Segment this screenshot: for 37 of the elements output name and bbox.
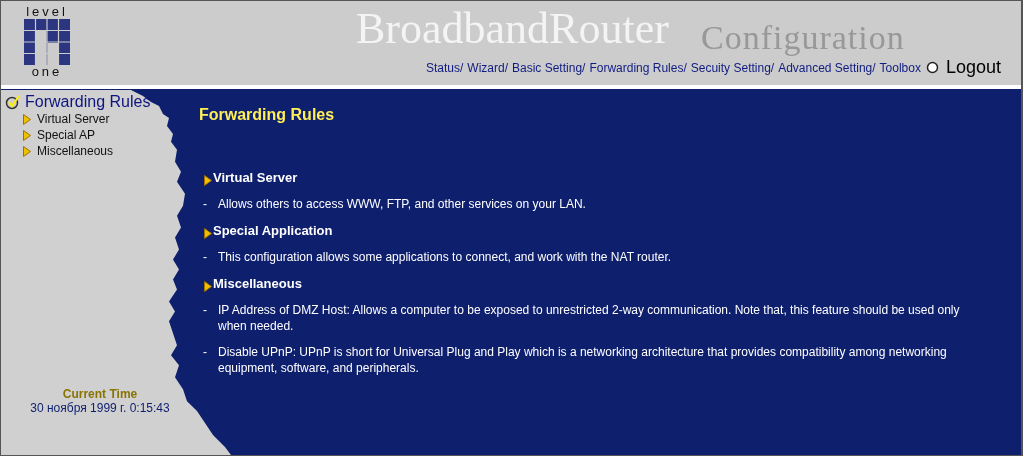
bullet-dash: - — [203, 196, 207, 212]
nav-link[interactable]: Wizard/ — [467, 60, 508, 75]
sidebar-title: Forwarding Rules — [25, 93, 151, 111]
page-title: Forwarding Rules — [199, 106, 336, 124]
nav-link[interactable]: Toolbox — [879, 60, 921, 75]
description-text: Disable UPnP: UPnP is short for Universal Plug and Play which is a networking architecture that provides compatibility among networking equipment, software, and peripherals. — [218, 344, 948, 376]
radio-icon — [925, 61, 939, 74]
time-value: 30 ноября 1999 г. 0:15:43 — [30, 401, 170, 415]
check-icon — [5, 94, 21, 110]
logout-link[interactable]: Logout — [945, 57, 1001, 78]
triangle-icon — [23, 129, 31, 141]
triangle-icon — [204, 175, 212, 186]
nav-link[interactable]: Status/ — [426, 60, 464, 75]
nav-link[interactable]: Forwarding Rules/ — [589, 60, 687, 75]
time-label: Current Time — [62, 387, 138, 401]
bullet-dash: - — [203, 302, 207, 319]
nav-link[interactable]: Basic Setting/ — [512, 60, 586, 75]
section-heading: Virtual Server — [213, 170, 298, 185]
triangle-icon — [204, 228, 212, 239]
sidebar-link[interactable]: Virtual Server — [37, 112, 110, 126]
sidebar-link[interactable]: Special AP — [37, 128, 96, 142]
triangle-icon — [23, 145, 31, 157]
section-heading: Special Application — [213, 223, 333, 238]
logo-text: one — [31, 65, 63, 79]
logo-grid-icon — [24, 19, 70, 65]
nav-link[interactable]: Advanced Setting/ — [778, 60, 876, 75]
logo-text: level — [26, 5, 68, 19]
description-text: This configuration allows some applications to connect, and work with the NAT router. — [218, 249, 672, 265]
sidebar-link[interactable]: Miscellaneous — [37, 144, 114, 158]
bullet-dash: - — [203, 344, 207, 361]
triangle-icon — [204, 281, 212, 292]
nav-link[interactable]: Secuity Setting/ — [690, 60, 775, 75]
bullet-dash: - — [203, 249, 207, 265]
description-text: IP Address of DMZ Host: Allows a computer to be exposed to unrestricted 2-way communication. Note that, this feature should be used only when needed. — [218, 302, 961, 334]
description-text: Allows others to access WWW, FTP, and other services on your LAN. — [218, 196, 586, 212]
triangle-icon — [23, 113, 31, 125]
section-heading: Miscellaneous — [213, 276, 302, 291]
